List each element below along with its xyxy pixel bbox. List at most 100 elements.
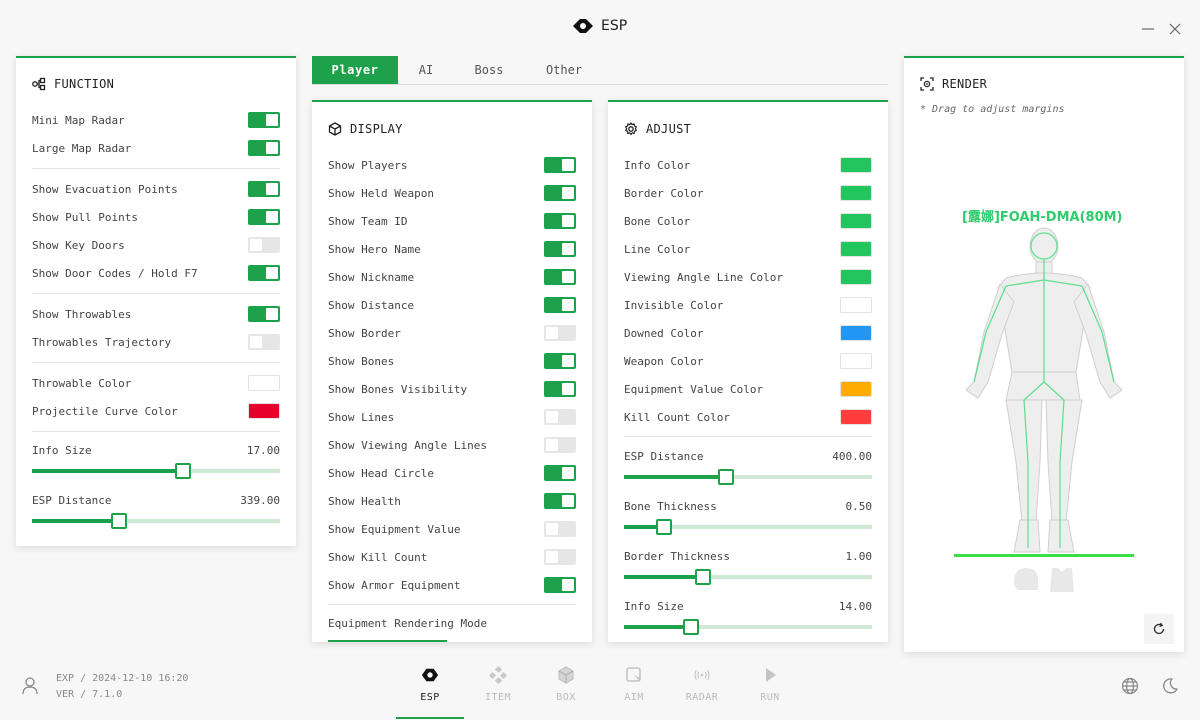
show-distance-toggle[interactable]	[544, 297, 576, 313]
bone-thickness-slider[interactable]	[624, 519, 872, 535]
border-color-row: Border Color	[624, 183, 872, 203]
esp-distance-slider-row: ESP Distance 400.00	[624, 446, 872, 466]
show-health-row: Show Health	[328, 491, 576, 511]
projectile-curve-color-swatch[interactable]	[248, 403, 280, 419]
large-map-radar-toggle[interactable]	[248, 140, 280, 156]
nav-box[interactable]: BOX	[532, 660, 600, 720]
esp-distance-slider-row: ESP Distance 339.00	[32, 490, 280, 510]
divider	[32, 293, 280, 294]
downed-color-swatch[interactable]	[840, 325, 872, 341]
show-nickname-toggle[interactable]	[544, 269, 576, 285]
moon-icon[interactable]	[1161, 677, 1179, 695]
camera-focus-icon	[920, 77, 934, 91]
tab-player[interactable]: Player	[312, 56, 398, 84]
mini-map-radar-toggle[interactable]	[248, 112, 280, 128]
weapon-color-swatch[interactable]	[840, 353, 872, 369]
tab-label: Player	[331, 63, 379, 77]
show-head-circle-toggle[interactable]	[544, 465, 576, 481]
close-icon[interactable]	[1166, 20, 1184, 38]
show-health-toggle[interactable]	[544, 493, 576, 509]
health-bar	[954, 554, 1134, 557]
nav-radar[interactable]: RADAR	[668, 660, 736, 720]
show-players-toggle[interactable]	[544, 157, 576, 173]
show-viewing-angle-lines-label: Show Viewing Angle Lines	[328, 438, 487, 452]
slider-thumb[interactable]	[110, 513, 127, 529]
nav-item[interactable]: ITEM	[464, 660, 532, 720]
show-viewing-angle-lines-row: Show Viewing Angle Lines	[328, 435, 576, 455]
show-armor-equipment-row: Show Armor Equipment	[328, 575, 576, 595]
toggle-knob	[562, 271, 574, 283]
info-color-swatch[interactable]	[840, 157, 872, 173]
invisible-color-swatch[interactable]	[840, 297, 872, 313]
show-team-id-toggle[interactable]	[544, 213, 576, 229]
projectile-curve-color-label: Projectile Curve Color	[32, 404, 178, 418]
nav-aim[interactable]: AIM	[600, 660, 668, 720]
show-held-weapon-row: Show Held Weapon	[328, 183, 576, 203]
show-lines-toggle[interactable]	[544, 409, 576, 425]
show-viewing-angle-lines-toggle[interactable]	[544, 437, 576, 453]
tab-ai[interactable]: AI	[408, 56, 444, 84]
show-evacuation-points-toggle[interactable]	[248, 181, 280, 197]
divider	[624, 436, 872, 437]
show-kill-count-toggle[interactable]	[544, 549, 576, 565]
border-thickness-slider[interactable]	[624, 569, 872, 585]
bone-color-swatch[interactable]	[840, 213, 872, 229]
throwable-color-swatch[interactable]	[248, 375, 280, 391]
box-icon	[558, 666, 574, 684]
show-door-codes-hold-f7-toggle[interactable]	[248, 265, 280, 281]
show-nickname-row: Show Nickname	[328, 267, 576, 287]
divider	[32, 362, 280, 363]
info-size-slider-row: Info Size 17.00	[32, 440, 280, 460]
nav-esp[interactable]: ESP	[396, 660, 464, 720]
show-pull-points-toggle[interactable]	[248, 209, 280, 225]
slider-thumb[interactable]	[717, 469, 734, 485]
globe-icon[interactable]	[1121, 677, 1139, 695]
user-icon[interactable]	[22, 677, 38, 695]
active-indicator	[396, 717, 464, 719]
tab-boss[interactable]: Boss	[464, 56, 514, 84]
throwables-trajectory-toggle[interactable]	[248, 334, 280, 350]
show-bones-visibility-toggle[interactable]	[544, 381, 576, 397]
kill-count-color-swatch[interactable]	[840, 409, 872, 425]
show-key-doors-toggle[interactable]	[248, 237, 280, 253]
bone-thickness-value: 0.50	[845, 499, 873, 513]
slider-thumb[interactable]	[695, 569, 712, 585]
slider-fill	[32, 519, 119, 523]
rendering-mode-selector[interactable]	[328, 640, 447, 642]
esp-distance-slider[interactable]	[32, 513, 280, 529]
line-color-swatch[interactable]	[840, 241, 872, 257]
player-esp-label: [露娜]FOAH-DMA(80M)	[962, 210, 1123, 225]
equipment-value-color-label: Equipment Value Color	[624, 382, 764, 396]
downed-color-label: Downed Color	[624, 326, 704, 340]
show-held-weapon-toggle[interactable]	[544, 185, 576, 201]
info-size-slider[interactable]	[32, 463, 280, 479]
tab-other[interactable]: Other	[536, 56, 592, 84]
equipment-rendering-mode-row: Equipment Rendering Mode	[328, 613, 576, 633]
show-hero-name-label: Show Hero Name	[328, 242, 421, 256]
show-head-circle-label: Show Head Circle	[328, 466, 434, 480]
show-armor-equipment-toggle[interactable]	[544, 577, 576, 593]
item-icon	[489, 666, 507, 684]
show-throwables-toggle[interactable]	[248, 306, 280, 322]
show-equipment-value-toggle[interactable]	[544, 521, 576, 537]
slider-thumb[interactable]	[175, 463, 192, 479]
info-size-slider[interactable]	[624, 619, 872, 635]
throwables-trajectory-label: Throwables Trajectory	[32, 335, 172, 349]
projectile-curve-color-row: Projectile Curve Color	[32, 401, 280, 421]
border-color-swatch[interactable]	[840, 185, 872, 201]
show-hero-name-toggle[interactable]	[544, 241, 576, 257]
equipment-value-color-swatch[interactable]	[840, 381, 872, 397]
show-bones-toggle[interactable]	[544, 353, 576, 369]
slider-thumb[interactable]	[682, 619, 699, 635]
show-border-toggle[interactable]	[544, 325, 576, 341]
viewing-angle-line-color-swatch[interactable]	[840, 269, 872, 285]
weapon-color-row: Weapon Color	[624, 351, 872, 371]
show-evacuation-points-label: Show Evacuation Points	[32, 182, 178, 196]
reset-view-button[interactable]	[1144, 614, 1174, 644]
character-preview[interactable]	[944, 222, 1144, 562]
slider-thumb[interactable]	[655, 519, 672, 535]
version-text: VER / 7.1.0	[56, 689, 123, 700]
minimize-icon[interactable]	[1139, 20, 1157, 38]
nav-run[interactable]: RUN	[736, 660, 804, 720]
esp-distance-slider[interactable]	[624, 469, 872, 485]
